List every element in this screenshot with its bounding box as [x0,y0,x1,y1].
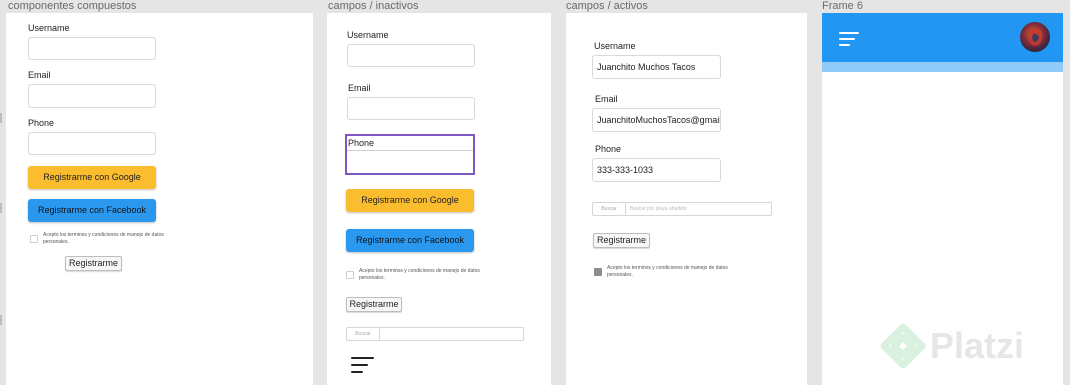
search-button[interactable]: Buscar [347,328,380,340]
platzi-watermark: Platzi [880,322,1024,370]
phone-input[interactable] [28,132,156,155]
username-label: Username [347,30,389,40]
facebook-signup-button[interactable]: Registrarme con Facebook [28,199,156,222]
phone-input[interactable]: 333-333-1033 [592,158,721,182]
header-subbar [822,62,1063,72]
phone-input-divider [347,150,473,151]
terms-checkbox[interactable] [346,271,354,279]
register-button[interactable]: Registrarme [65,256,122,271]
email-label: Email [28,70,51,80]
search-group: Buscar [346,327,524,341]
phone-field-focused[interactable]: Phone [345,134,475,175]
frame-label-frame6[interactable]: Frame 6 [822,0,863,13]
username-input[interactable] [347,44,475,67]
email-label: Email [348,83,371,93]
username-input[interactable]: Juanchito Muchos Tacos [592,55,721,79]
terms-text: Acepto los terminos y condiciones de man… [607,265,728,278]
search-input[interactable] [380,328,523,340]
avatar[interactable] [1020,22,1050,52]
register-button[interactable]: Registrarme [593,233,650,248]
phone-label: Phone [28,118,55,128]
search-button[interactable]: Buscar [593,203,626,215]
google-signup-button[interactable]: Registrarme con Google [28,166,156,189]
facebook-signup-button[interactable]: Registrarme con Facebook [346,229,474,252]
username-label: Username [594,41,636,51]
frame-label-compuestos[interactable]: componentes compuestos [8,0,136,13]
username-input[interactable] [28,37,156,60]
platzi-watermark-text: Platzi [930,325,1025,366]
frame-activos: Username Juanchito Muchos Tacos Email Ju… [566,13,807,385]
menu-icon[interactable] [351,357,374,378]
search-group: Buscar Buscar por playa añadido [592,202,772,216]
email-label: Email [595,94,618,104]
terms-text: Acepto los terminos y condiciones de man… [43,232,164,245]
frame-label-activos[interactable]: campos / activos [566,0,648,13]
email-input[interactable] [28,84,156,108]
register-button[interactable]: Registrarme [346,297,402,312]
platzi-logo-icon [880,323,926,369]
terms-checkbox[interactable] [30,235,38,243]
canvas-edge-marks [0,13,3,385]
search-input[interactable]: Buscar por playa añadido [626,203,771,215]
frame-inactivos: Username Email Phone Registrarme con Goo… [327,13,551,385]
terms-text: Acepto los terminos y condiciones de man… [359,268,480,281]
app-header [822,13,1063,62]
menu-icon[interactable] [839,32,859,51]
google-signup-button[interactable]: Registrarme con Google [346,189,474,212]
frame-compuestos: Username Email Phone Registrarme con Goo… [6,13,313,385]
phone-label: Phone [595,144,622,154]
username-label: Username [28,23,70,33]
email-input[interactable]: JuanchitoMuchosTacos@gmail.com [592,108,721,132]
email-input[interactable] [347,97,475,120]
frame-label-inactivos[interactable]: campos / inactivos [328,0,418,13]
terms-checkbox-checked[interactable] [594,268,602,276]
phone-label: Phone [348,138,375,148]
